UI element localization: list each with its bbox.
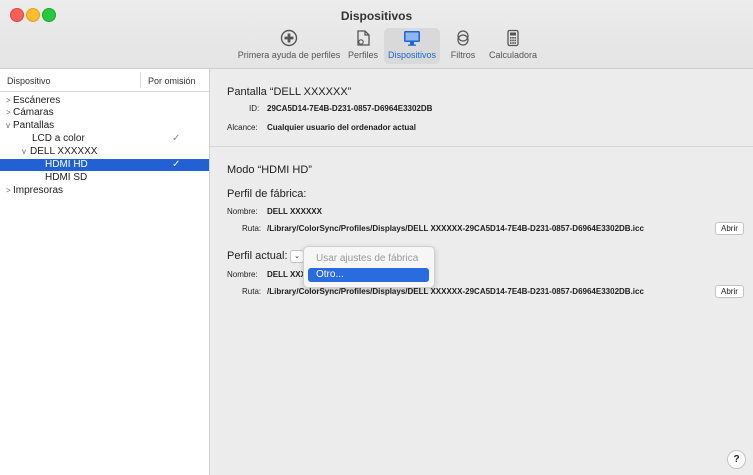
- list-item-hdmi-hd[interactable]: HDMI HD ✓: [0, 159, 209, 171]
- toolbar-first-aid-label: Primera ayuda de perfiles: [237, 50, 341, 60]
- current-path-value: /Library/ColorSync/Profiles/Displays/DEL…: [267, 287, 644, 296]
- menu-item-other[interactable]: Otro...: [308, 268, 429, 282]
- list-item-cameras[interactable]: > Cámaras: [0, 107, 209, 119]
- toolbar-calculator-label: Calculadora: [488, 50, 538, 60]
- list-item-dell[interactable]: v DELL XXXXXX: [0, 146, 209, 158]
- calculator-icon: [507, 29, 519, 47]
- disclosure-arrow-icon[interactable]: >: [6, 185, 11, 197]
- disclosure-arrow-icon[interactable]: >: [6, 95, 11, 107]
- section-divider: [210, 146, 753, 147]
- list-item-lcd-color[interactable]: LCD a color ✓: [0, 133, 209, 145]
- device-list-header: Dispositivo Por omisión: [0, 69, 209, 92]
- list-item-label: Escáneres: [13, 95, 61, 106]
- list-item-label: HDMI SD: [45, 172, 88, 183]
- mode-title: Modo “HDMI HD”: [227, 164, 312, 176]
- disclosure-arrow-icon[interactable]: >: [6, 107, 11, 119]
- list-item-label: Impresoras: [13, 185, 64, 196]
- factory-path-value: /Library/ColorSync/Profiles/Displays/DEL…: [267, 224, 644, 233]
- list-item-label: LCD a color: [32, 133, 85, 144]
- open-current-profile-button[interactable]: Abrir: [715, 285, 744, 298]
- filters-icon: [457, 30, 469, 46]
- toolbar-filters-label: Filtros: [450, 50, 476, 60]
- open-factory-profile-button[interactable]: Abrir: [715, 222, 744, 235]
- id-value: 29CA5D14-7E4B-D231-0857-D6964E3302DB: [267, 104, 433, 113]
- current-profile-title: Perfil actual:: [227, 250, 288, 262]
- scope-value: Cualquier usuario del ordenador actual: [267, 123, 416, 132]
- default-check-icon: ✓: [172, 133, 181, 144]
- list-item-hdmi-sd[interactable]: HDMI SD: [0, 172, 209, 184]
- default-check-icon: ✓: [172, 159, 181, 170]
- toolbar-calculator-button[interactable]: Calculadora: [488, 28, 538, 64]
- list-item-label: Pantallas: [13, 120, 55, 131]
- menu-item-factory-settings: Usar ajustes de fábrica: [316, 253, 419, 264]
- device-title: Pantalla “DELL XXXXXX”: [227, 86, 352, 98]
- toolbar-first-aid-button[interactable]: Primera ayuda de perfiles: [232, 28, 346, 64]
- device-list: Dispositivo Por omisión > Escáneres > Cá…: [0, 69, 210, 475]
- app-window: Dispositivos Primera ayuda de perfiles P…: [0, 0, 753, 475]
- list-item-label: HDMI HD: [45, 159, 88, 170]
- disclosure-arrow-icon[interactable]: v: [22, 146, 26, 158]
- list-item-label: Cámaras: [13, 107, 54, 118]
- profiles-icon: [357, 30, 370, 46]
- help-button[interactable]: ?: [727, 450, 746, 469]
- current-name-label: Nombre:: [227, 270, 258, 279]
- list-item-displays[interactable]: v Pantallas: [0, 120, 209, 132]
- id-label: ID:: [249, 104, 260, 113]
- disclosure-arrow-icon[interactable]: v: [6, 120, 10, 132]
- toolbar: Dispositivos Primera ayuda de perfiles P…: [0, 0, 753, 69]
- factory-profile-title: Perfil de fábrica:: [227, 188, 307, 200]
- list-item-label: DELL XXXXXX: [30, 146, 98, 157]
- window-title: Dispositivos: [340, 9, 413, 23]
- toolbar-profiles-button[interactable]: Perfiles: [345, 28, 381, 64]
- current-profile-popup-button[interactable]: ⌄: [290, 250, 304, 263]
- factory-name-value: DELL XXXXXX: [267, 207, 322, 216]
- toolbar-devices-button[interactable]: Dispositivos: [384, 28, 440, 64]
- factory-path-label: Ruta:: [242, 224, 262, 233]
- scope-label: Alcance:: [227, 123, 258, 132]
- current-name-value: DELL XXX: [267, 270, 306, 279]
- column-divider: [140, 72, 141, 88]
- factory-name-label: Nombre:: [227, 207, 258, 216]
- display-icon: [404, 31, 420, 46]
- toolbar-profiles-label: Perfiles: [347, 50, 378, 60]
- profile-popup-menu: Usar ajustes de fábrica Otro...: [303, 246, 435, 288]
- column-default-header[interactable]: Por omisión: [148, 76, 196, 86]
- current-path-label: Ruta:: [242, 287, 262, 296]
- toolbar-filters-button[interactable]: Filtros: [448, 28, 478, 64]
- list-item-scanners[interactable]: > Escáneres: [0, 95, 209, 107]
- first-aid-icon: [280, 29, 298, 47]
- toolbar-devices-label: Dispositivos: [387, 50, 436, 60]
- column-device-header[interactable]: Dispositivo: [7, 76, 51, 86]
- list-item-printers[interactable]: > Impresoras: [0, 185, 209, 197]
